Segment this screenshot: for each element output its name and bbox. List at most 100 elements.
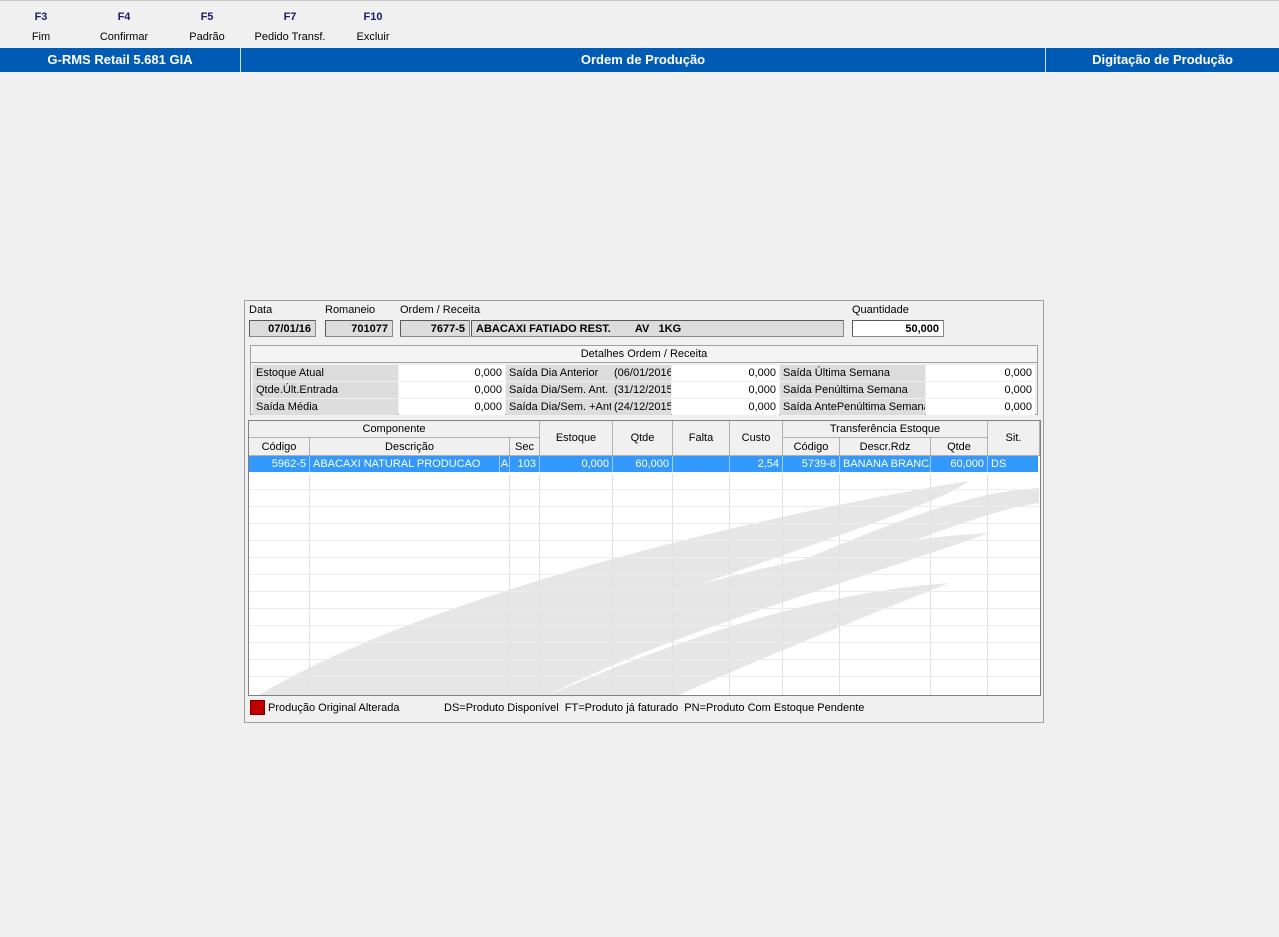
details-date: (24/12/2015 bbox=[611, 399, 671, 415]
pedido-transf-key: F7 bbox=[283, 11, 297, 23]
transf-qtde-column-header[interactable]: Qtde bbox=[931, 438, 988, 456]
grid-row-line bbox=[249, 574, 1040, 575]
codigo-cell: 5962-5 bbox=[249, 456, 310, 472]
grid-row-line bbox=[249, 506, 1040, 507]
custo-cell: 2,54 bbox=[730, 456, 783, 472]
grid-column-line bbox=[839, 474, 840, 695]
grid-column-line bbox=[782, 474, 783, 695]
ordem-receita-label: Ordem / Receita bbox=[400, 304, 481, 316]
grid-row-line bbox=[249, 608, 1040, 609]
confirmar-key: F4 bbox=[117, 11, 131, 23]
details-value: 0,000 bbox=[399, 382, 505, 398]
grid-row-line bbox=[249, 489, 1040, 490]
sit-column-header[interactable]: Sit. bbox=[988, 421, 1040, 456]
details-value: 0,000 bbox=[399, 365, 505, 381]
altered-color-swatch bbox=[250, 700, 265, 715]
fim-button[interactable]: F3 Fim bbox=[22, 10, 60, 45]
status-legend: DS=Produto Disponível FT=Produto já fatu… bbox=[444, 702, 865, 714]
ordem-code-field[interactable]: 7677-5 bbox=[400, 320, 470, 337]
grid-column-line bbox=[612, 474, 613, 695]
fim-key: F3 bbox=[34, 11, 48, 23]
excluir-button[interactable]: F10 Excluir bbox=[350, 10, 396, 45]
componente-group-header: Componente bbox=[249, 421, 540, 438]
descricao-column-header[interactable]: Descrição bbox=[310, 438, 510, 456]
excluir-key: F10 bbox=[363, 11, 383, 23]
transf-descr-column-header[interactable]: Descr.Rdz bbox=[840, 438, 931, 456]
qtde-column-header[interactable]: Qtde bbox=[613, 421, 673, 456]
grid-row-line bbox=[249, 591, 1040, 592]
quantidade-input[interactable]: 50,000 bbox=[852, 320, 944, 337]
details-label: Saída Dia Anterior bbox=[506, 365, 611, 381]
details-row: Saída Média 0,000 Saída Dia/Sem. +Ant. (… bbox=[253, 399, 1035, 416]
grid-column-line bbox=[309, 474, 310, 695]
grid-column-line bbox=[930, 474, 931, 695]
details-label: Saída Média bbox=[253, 399, 398, 415]
confirmar-label: Confirmar bbox=[99, 31, 149, 43]
ordem-description-field: ABACAXI FATIADO REST. AV 1KG bbox=[471, 320, 844, 337]
components-grid[interactable]: Componente Estoque Qtde Falta Custo Tran… bbox=[248, 420, 1041, 696]
excluir-label: Excluir bbox=[356, 31, 390, 43]
grid-row-line bbox=[249, 676, 1040, 677]
details-label: Estoque Atual bbox=[253, 365, 398, 381]
details-label: Saída Dia/Sem. Ant. bbox=[506, 382, 611, 398]
confirmar-button[interactable]: F4 Confirmar bbox=[90, 10, 158, 45]
grid-row-line bbox=[249, 659, 1040, 660]
padrao-label: Padrão bbox=[189, 31, 225, 43]
table-row[interactable]: 5962-5 ABACAXI NATURAL PRODUCAO A 103 0,… bbox=[249, 456, 1038, 472]
estoque-column-header[interactable]: Estoque bbox=[540, 421, 613, 456]
falta-column-header[interactable]: Falta bbox=[673, 421, 730, 456]
details-value: 0,000 bbox=[926, 399, 1035, 415]
grid-column-line bbox=[509, 474, 510, 695]
data-field[interactable]: 07/01/16 bbox=[249, 320, 316, 337]
codigo-column-header[interactable]: Código bbox=[249, 438, 310, 456]
details-label: Saída AntePenúltima Semana bbox=[780, 399, 925, 415]
fim-label: Fim bbox=[31, 31, 51, 43]
grid-column-line bbox=[729, 474, 730, 695]
function-key-toolbar: F3 Fim F4 Confirmar F5 Padrão F7 Pedido … bbox=[0, 0, 1279, 48]
mode-title: Digitação de Produção bbox=[1092, 52, 1233, 67]
screen-title: Ordem de Produção bbox=[241, 48, 1046, 72]
descricao-extra-cell: A bbox=[500, 456, 510, 472]
padrao-key: F5 bbox=[200, 11, 214, 23]
custo-column-header[interactable]: Custo bbox=[730, 421, 783, 456]
details-value: 0,000 bbox=[926, 382, 1035, 398]
romaneio-field[interactable]: 701077 bbox=[325, 320, 393, 337]
grid-row-line bbox=[249, 540, 1040, 541]
production-order-panel: Data 07/01/16 Romaneio 701077 Ordem / Re… bbox=[244, 300, 1044, 723]
grid-column-line bbox=[539, 474, 540, 695]
quantidade-label: Quantidade bbox=[852, 304, 909, 316]
details-title: Detalhes Ordem / Receita bbox=[251, 346, 1037, 363]
details-label: Saída Penúltima Semana bbox=[780, 382, 925, 398]
sec-cell: 103 bbox=[510, 456, 540, 472]
details-row: Qtde.Últ.Entrada 0,000 Saída Dia/Sem. An… bbox=[253, 382, 1035, 399]
sec-column-header[interactable]: Sec bbox=[510, 438, 540, 456]
app-version-title: G-RMS Retail 5.681 GIA bbox=[0, 48, 241, 72]
details-label: Saída Última Semana bbox=[780, 365, 925, 381]
padrao-button[interactable]: F5 Padrão bbox=[182, 10, 232, 45]
order-details-section: Detalhes Ordem / Receita Estoque Atual 0… bbox=[250, 345, 1038, 415]
details-date: (06/01/2016 bbox=[611, 365, 671, 381]
pedido-transf-label: Pedido Transf. bbox=[254, 31, 326, 43]
title-bar: G-RMS Retail 5.681 GIA Ordem de Produção… bbox=[0, 48, 1279, 72]
details-label: Saída Dia/Sem. +Ant. bbox=[506, 399, 611, 415]
transf-codigo-column-header[interactable]: Código bbox=[783, 438, 840, 456]
altered-legend-label: Produção Original Alterada bbox=[268, 702, 400, 714]
details-value: 0,000 bbox=[672, 365, 779, 381]
estoque-cell: 0,000 bbox=[540, 456, 613, 472]
details-value: 0,000 bbox=[672, 399, 779, 415]
details-value: 0,000 bbox=[926, 365, 1035, 381]
details-label: Qtde.Últ.Entrada bbox=[253, 382, 398, 398]
descricao-cell: ABACAXI NATURAL PRODUCAO bbox=[310, 456, 500, 472]
transf-qtde-cell: 60,000 bbox=[931, 456, 988, 472]
details-value: 0,000 bbox=[399, 399, 505, 415]
transf-descr-cell: BANANA BRANCA bbox=[840, 456, 931, 472]
grid-row-line bbox=[249, 557, 1040, 558]
pedido-transf-button[interactable]: F7 Pedido Transf. bbox=[248, 10, 332, 45]
grid-row-line bbox=[249, 523, 1040, 524]
details-date: (31/12/2015 bbox=[611, 382, 671, 398]
grid-column-line bbox=[987, 474, 988, 695]
details-row: Estoque Atual 0,000 Saída Dia Anterior (… bbox=[253, 365, 1035, 382]
romaneio-label: Romaneio bbox=[325, 304, 376, 316]
qtde-cell: 60,000 bbox=[613, 456, 673, 472]
falta-cell bbox=[673, 456, 730, 472]
